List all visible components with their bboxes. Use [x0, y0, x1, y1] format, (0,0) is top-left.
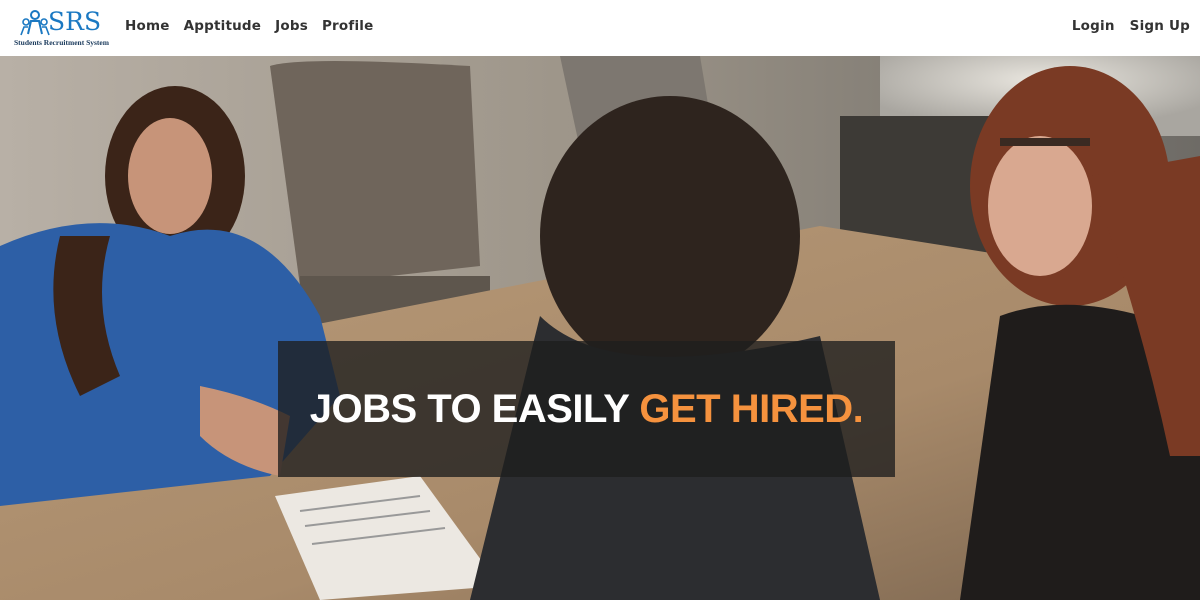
signup-link[interactable]: Sign Up	[1130, 18, 1190, 34]
people-group-icon	[20, 10, 50, 36]
brand-name: SRS	[48, 7, 102, 36]
hero-title-highlight: GET HIRED.	[639, 386, 864, 431]
nav-jobs-link[interactable]: Jobs	[275, 18, 308, 34]
hero-title: JOBS TO EASILY GET HIRED.	[310, 387, 864, 432]
main-nav: Home Apptitude Jobs Profile	[125, 0, 387, 52]
brand-logo-link[interactable]: SRS Students Recruitment System	[14, 6, 110, 48]
hero-title-main: JOBS TO EASILY	[309, 386, 640, 431]
login-link[interactable]: Login	[1072, 18, 1115, 34]
nav-apptitude-link[interactable]: Apptitude	[184, 18, 262, 34]
hero-banner: JOBS TO EASILY GET HIRED.	[278, 341, 895, 477]
navbar: SRS Students Recruitment System Home App…	[0, 0, 1200, 56]
nav-home-link[interactable]: Home	[125, 18, 170, 34]
auth-nav: Login Sign Up	[1057, 0, 1190, 52]
hero-section: JOBS TO EASILY GET HIRED.	[0, 56, 1200, 600]
nav-profile-link[interactable]: Profile	[322, 18, 374, 34]
brand-subtitle: Students Recruitment System	[14, 38, 109, 47]
hero-background-image	[0, 56, 1200, 600]
